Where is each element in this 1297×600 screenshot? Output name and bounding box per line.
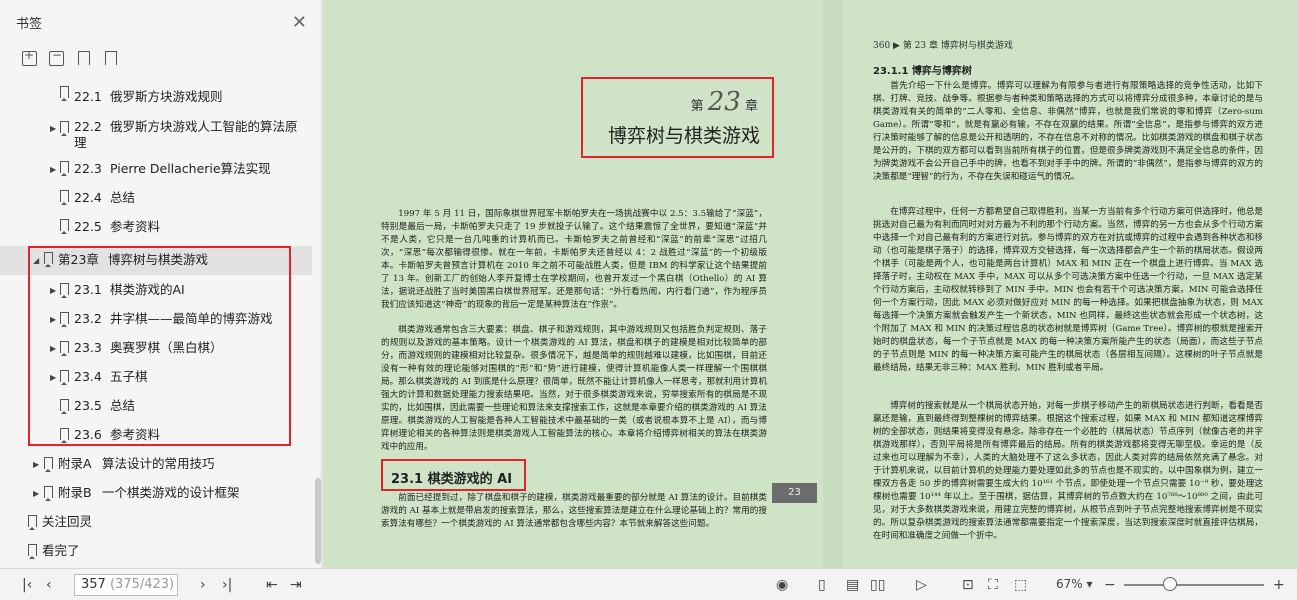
right-paragraph-2: 在博弈过程中，任何一方都希望自己取得胜利，当某一方当前有多个行动方案可供选择时，… xyxy=(873,207,1263,373)
expand-all-icon[interactable] xyxy=(22,48,37,66)
expand-arrow-icon[interactable]: ▶ xyxy=(33,457,43,473)
actual-size-icon[interactable]: ⊡ xyxy=(962,577,974,593)
intro-paragraph-1: 1997 年 5 月 11 日，国际象棋世界冠军卡斯帕罗夫在一场挑战赛中以 2.… xyxy=(381,209,767,310)
chapter-heading-box: 第 23 章 博弈树与棋类游戏 xyxy=(581,77,774,158)
two-page-icon[interactable]: ▯▯ xyxy=(870,577,885,593)
toc-label: 俄罗斯方块游戏规则 xyxy=(110,89,223,104)
page-left: 第 23 章 博弈树与棋类游戏 1997 年 5 月 11 日，国际象棋世界冠军… xyxy=(323,0,823,568)
chapter-prefix: 第 xyxy=(690,99,704,114)
toc-number: 22.2 xyxy=(74,119,102,134)
expand-arrow-icon[interactable]: ▶ xyxy=(50,121,60,137)
bookmarks-sidebar: 书签 ✕ 22.1 俄罗斯方块游戏规则 ▶ 22.2 俄罗斯方块游戏人工智能的算… xyxy=(0,0,322,568)
fit-width-icon[interactable]: ⬚ xyxy=(1014,577,1027,593)
subsection-title: 23.1.1 博弈与博弈树 xyxy=(873,66,972,77)
toc-label: 算法设计的常用技巧 xyxy=(102,456,215,471)
pdf-reader-window: 书签 ✕ 22.1 俄罗斯方块游戏规则 ▶ 22.2 俄罗斯方块游戏人工智能的算… xyxy=(0,0,1297,600)
page-right: 360 ▶ 第 23 章 博弈树与棋类游戏 23.1.1 博弈与博弈树 首先介绍… xyxy=(843,0,1297,568)
page-total: (375/423) xyxy=(105,577,175,592)
bookmark-icon xyxy=(44,486,53,501)
zoom-slider[interactable] xyxy=(1124,584,1264,586)
bookmark-icon xyxy=(60,190,69,205)
sidebar-title: 书签 xyxy=(16,16,43,32)
expand-arrow-icon[interactable]: ▶ xyxy=(33,486,43,502)
toc-label: Pierre Dellacherie算法实现 xyxy=(110,161,271,176)
sidebar-scrollbar[interactable] xyxy=(315,478,321,564)
zoom-in-icon[interactable]: + xyxy=(1273,577,1285,593)
section-title: 23.1 棋类游戏的 AI xyxy=(391,472,513,487)
chapter-title: 博弈树与棋类游戏 xyxy=(607,125,760,147)
toc-item-22-1[interactable]: 22.1 俄罗斯方块游戏规则 xyxy=(0,84,312,113)
toc-item-22-4[interactable]: 22.4 总结 xyxy=(0,188,312,217)
sidebar-header: 书签 ✕ xyxy=(0,0,321,44)
toc-label-cont: 理 xyxy=(74,135,87,150)
page-current: 357 xyxy=(81,577,106,592)
zoom-level[interactable]: 67% ▾ xyxy=(1056,577,1093,591)
toc-item-finished[interactable]: 看完了 xyxy=(0,536,312,565)
running-header: 360 ▶ 第 23 章 博弈树与棋类游戏 xyxy=(873,41,1013,51)
close-icon[interactable]: ✕ xyxy=(292,12,307,33)
toc-label: 俄罗斯方块游戏人工智能的算法原 xyxy=(110,119,298,134)
toc-number: 附录B xyxy=(58,485,92,500)
bookmark-icon xyxy=(44,457,53,472)
eye-icon[interactable]: ◉ xyxy=(776,577,788,593)
toc-label: 总结 xyxy=(110,190,136,205)
chapter-number-digits: 23 xyxy=(707,87,741,117)
bookmark-icon xyxy=(60,86,69,101)
continuous-icon[interactable]: ▤ xyxy=(846,577,859,593)
toc-item-22-2[interactable]: ▶ 22.2 俄罗斯方块游戏人工智能的算法原 理 xyxy=(0,113,312,159)
toc-item-follow[interactable]: 关注回灵 xyxy=(0,507,312,536)
section-heading-box: 23.1 棋类游戏的 AI xyxy=(381,459,526,491)
fit-page-icon[interactable]: ⛶ xyxy=(988,577,998,593)
intro-paragraph-2: 棋类游戏通常包含三大要素：棋盘、棋子和游戏规则，其中游戏规则又包括胜负判定规则、… xyxy=(381,325,767,452)
toc-item-22-3[interactable]: ▶ 22.3 Pierre Dellacherie算法实现 xyxy=(0,159,312,188)
right-paragraph-3: 博弈树的搜索就是从一个棋局状态开始，对每一步棋子移动产生的新棋局状态进行判断，看… xyxy=(873,401,1263,541)
toc-number: 22.5 xyxy=(74,219,102,234)
right-paragraph-1: 首先介绍一下什么是博弈。博弈可以理解为有限参与者进行有限策略选择的竞争性活动，比… xyxy=(873,81,1263,182)
toc-label: 看完了 xyxy=(42,543,80,558)
add-bookmark-icon[interactable] xyxy=(76,50,91,66)
toc-item-appendix-b[interactable]: ▶ 附录B 一个棋类游戏的设计框架 xyxy=(0,478,312,507)
first-page-icon[interactable]: |‹ xyxy=(22,577,32,593)
play-icon[interactable]: ▷ xyxy=(916,577,927,593)
prev-page-icon[interactable]: ‹ xyxy=(46,577,52,593)
single-page-icon[interactable]: ▯ xyxy=(818,577,826,593)
toc-number: 22.1 xyxy=(74,89,102,104)
zoom-out-icon[interactable]: − xyxy=(1104,577,1116,593)
back-icon[interactable]: ⇤ xyxy=(266,577,278,593)
chapter-number: 第 23 章 xyxy=(691,87,758,117)
toc-item-22-5[interactable]: 22.5 参考资料 xyxy=(0,217,312,246)
bottom-toolbar: |‹ ‹ 357 (375/423) › ›| ⇤ ⇥ ◉ ▯ ▤ ▯▯ ▷ ⊡… xyxy=(0,568,1297,600)
bookmark-icon xyxy=(60,121,69,136)
toc-label: 一个棋类游戏的设计框架 xyxy=(102,485,240,500)
bookmark-icon xyxy=(28,544,37,559)
toc-number: 22.4 xyxy=(74,190,102,205)
document-view: 第 23 章 博弈树与棋类游戏 1997 年 5 月 11 日，国际象棋世界冠军… xyxy=(323,0,1297,568)
page-tab: 23 xyxy=(772,483,817,503)
next-page-icon[interactable]: › xyxy=(200,577,206,593)
toc-number: 22.3 xyxy=(74,161,102,176)
section-paragraph: 前面已经提到过，除了棋盘和棋子的建模，棋类游戏最重要的部分就是 AI 算法的设计… xyxy=(381,493,767,529)
toc-number: 附录A xyxy=(58,456,92,471)
expand-arrow-icon[interactable]: ▶ xyxy=(50,162,60,178)
zoom-slider-knob[interactable] xyxy=(1163,577,1177,591)
last-page-icon[interactable]: ›| xyxy=(222,577,232,593)
sidebar-toolbar xyxy=(0,44,321,72)
highlight-box xyxy=(28,246,291,446)
page-number-input[interactable]: 357 (375/423) xyxy=(74,574,178,596)
bookmark-icon xyxy=(60,219,69,234)
forward-icon[interactable]: ⇥ xyxy=(290,577,302,593)
toc-item-appendix-a[interactable]: ▶ 附录A 算法设计的常用技巧 xyxy=(0,449,312,478)
bookmark-icon xyxy=(28,515,37,530)
zoom-value: 67% xyxy=(1056,577,1083,591)
collapse-all-icon[interactable] xyxy=(49,48,64,66)
bookmark-icon xyxy=(60,161,69,176)
bookmark-icon[interactable] xyxy=(103,50,118,66)
chapter-suffix: 章 xyxy=(744,99,758,114)
toc-label: 关注回灵 xyxy=(42,514,93,529)
toc-label: 参考资料 xyxy=(110,219,161,234)
